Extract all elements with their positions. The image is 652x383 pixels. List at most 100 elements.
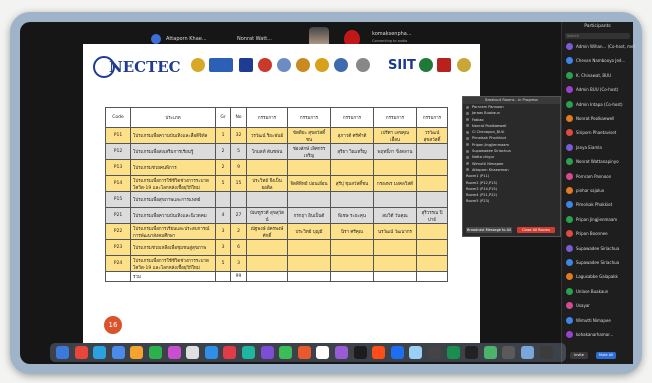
connecting-label: Connecting to audio: [372, 39, 408, 43]
dock-app-icon[interactable]: [502, 346, 516, 359]
table-cell: โปรแกรมเพื่อการใช้ชีวิตช่วงการระบาดโควิด…: [130, 255, 216, 272]
table-cell: 27: [230, 207, 247, 224]
dock-app-icon[interactable]: [186, 346, 200, 359]
avatar: [566, 287, 573, 295]
dock: [50, 343, 566, 362]
dock-app-icon[interactable]: [446, 346, 460, 359]
table-cell: 5: [230, 143, 247, 160]
col-header: Code: [105, 107, 131, 128]
table-cell: [416, 143, 448, 160]
breakout-room-item[interactable]: Room5 (P23): [463, 198, 560, 204]
table-cell: 3: [230, 255, 247, 272]
avatar: [566, 331, 573, 338]
participant-name: Nonrat Watt...: [237, 36, 273, 42]
emblem-icon: [419, 58, 433, 72]
dock-app-icon[interactable]: [465, 346, 479, 359]
dock-app-icon[interactable]: [353, 346, 367, 359]
table-cell: [416, 191, 448, 208]
shared-slide: NECTEC SIIT Code ประเภท Gr No กรรมการ กร…: [83, 44, 480, 343]
col-header: Gr: [215, 107, 231, 128]
close-all-rooms-button[interactable]: Close All Rooms: [517, 227, 555, 233]
avatar: [566, 143, 573, 151]
avatar: [566, 43, 573, 50]
dock-app-icon[interactable]: [483, 346, 497, 359]
emblem-icon: [277, 58, 291, 72]
table-row: P14 โปรแกรมเพื่อการใช้ชีวิตช่วงการระบาดโค…: [105, 175, 448, 192]
dock-app-icon[interactable]: [242, 346, 255, 359]
broadcast-button[interactable]: Broadcast Message to All: [466, 227, 512, 233]
table-row: P15 โปรแกรมเพื่อสุขภาพและการแพทย์: [105, 191, 448, 208]
dock-app-icon[interactable]: [521, 346, 534, 359]
table-cell: [330, 271, 374, 282]
dock-app-icon[interactable]: [204, 346, 218, 359]
dock-app-icon[interactable]: [74, 346, 88, 359]
participant-name: Pornram Pannoon: [576, 173, 612, 179]
table-cell: 3: [215, 223, 231, 240]
table-cell: P24: [105, 255, 131, 272]
search-input[interactable]: Search: [565, 33, 630, 39]
table-cell: [330, 239, 374, 256]
table-row: รวม 99: [105, 271, 448, 282]
table-cell: [416, 159, 448, 176]
dock-app-icon[interactable]: [539, 346, 553, 359]
table-cell: [373, 255, 417, 272]
participant-name: Nonrat Poolkaewell: [576, 116, 615, 121]
table-cell: 5: [215, 255, 231, 272]
table-row: P22 โปรแกรมเพื่อการเรียนและประสบการณ์การพ…: [105, 223, 448, 240]
dock-app-icon[interactable]: [316, 346, 330, 359]
dock-app-icon[interactable]: [372, 346, 386, 359]
table-cell: [330, 255, 374, 272]
participant-name: Usayar: [576, 303, 590, 309]
emblem-icon: [315, 58, 329, 72]
dock-app-icon[interactable]: [335, 346, 348, 359]
dock-app-icon[interactable]: [93, 346, 107, 359]
dock-app-icon[interactable]: [149, 346, 162, 359]
breakout-rooms-popup[interactable]: Breakout Rooms - In Progress Pornram Pan…: [462, 96, 561, 237]
table-cell: [373, 159, 417, 176]
dock-app-icon[interactable]: [223, 346, 237, 359]
invite-button[interactable]: Invite: [570, 352, 588, 359]
table-cell: วรวัฒน์ สุขสวัสดิ์: [416, 127, 448, 144]
participant-name: Pripan Boonnee: [576, 231, 608, 237]
popup-title: Breakout Rooms - In Progress: [463, 97, 560, 104]
dock-app-icon[interactable]: [279, 346, 293, 359]
table-cell: นิรา ศรีคุณ: [330, 223, 374, 240]
table-cell: P13: [105, 159, 131, 176]
table-cell: กรกฤา อินเป็นดี: [287, 207, 331, 224]
table-cell: [246, 255, 288, 272]
avatar: [566, 215, 573, 223]
dock-app-icon[interactable]: [428, 346, 441, 359]
table-cell: [105, 271, 131, 282]
table-cell: สุริวรรณ ปิปาธ์: [416, 207, 448, 224]
dock-app-icon[interactable]: [260, 346, 274, 359]
table-cell: [287, 239, 331, 256]
table-cell: [287, 255, 331, 272]
table-cell: [246, 159, 288, 176]
dock-app-icon[interactable]: [130, 346, 144, 359]
table-cell: 1: [215, 127, 231, 144]
table-cell: โปรแกรมช่วยเหลือเพื่อชุมชนสู่สุขภาพ: [130, 239, 216, 256]
table-cell: [373, 239, 417, 256]
col-header: ประเภท: [130, 107, 216, 128]
dock-app-icon[interactable]: [111, 346, 125, 359]
table-cell: สุรีปุ ชุมสวัสดิ์ชน: [330, 175, 374, 192]
participant-name: Siriporn Phaetaviset: [576, 130, 617, 136]
table-cell: P14: [105, 175, 131, 192]
dock-app-icon[interactable]: [167, 346, 181, 359]
participant-name: Pripan Jingjienmaam: [576, 216, 618, 222]
dock-app-icon[interactable]: [56, 346, 69, 359]
dock-app-icon[interactable]: [297, 346, 311, 359]
table-cell: โปรแกรมเพื่อสุขภาพและการแพทย์: [130, 191, 216, 208]
participant-name: Janya Eiamla: [576, 144, 602, 150]
mute-all-button[interactable]: Mute All: [596, 352, 616, 359]
table-cell: กรองพร มงคลวิสดี: [373, 175, 417, 192]
dock-app-icon[interactable]: [390, 346, 404, 359]
table-cell: [246, 239, 288, 256]
table-cell: [373, 191, 417, 208]
emblem-icon: [191, 58, 205, 72]
emblem-icon: [209, 58, 233, 72]
participant-name: Admin BUU (Co-host): [576, 87, 619, 93]
participant-name: komaksenpha...: [372, 31, 412, 37]
dock-app-icon[interactable]: [409, 346, 423, 359]
col-header: กรรมการ: [373, 107, 417, 128]
